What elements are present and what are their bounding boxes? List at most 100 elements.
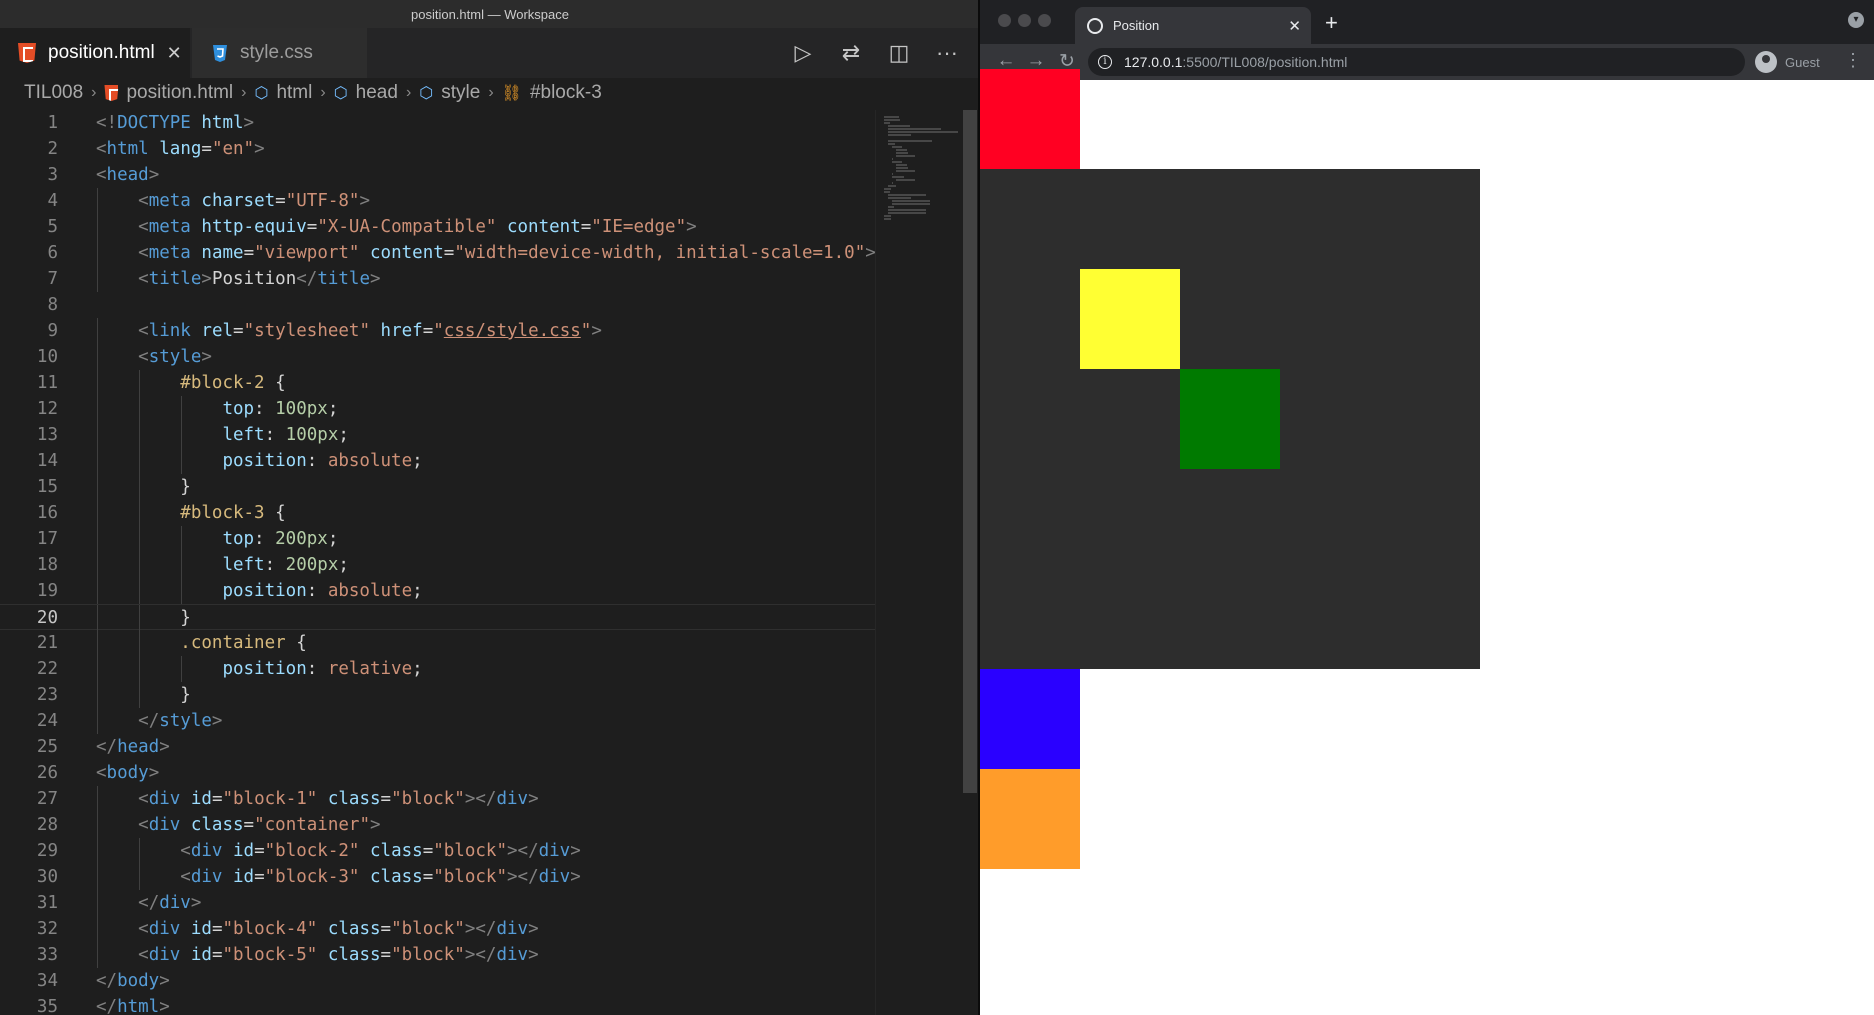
code-line[interactable]: 8 bbox=[0, 292, 875, 318]
code-text: <title>Position</title> bbox=[138, 269, 381, 289]
breadcrumb-item-html[interactable]: html bbox=[276, 82, 312, 104]
minimap-line bbox=[896, 167, 908, 169]
code-line[interactable]: 15 } bbox=[0, 474, 875, 500]
line-number: 24 bbox=[36, 711, 58, 731]
code-text: } bbox=[96, 685, 191, 705]
site-info-icon[interactable]: i bbox=[1098, 55, 1112, 69]
minimap-line bbox=[892, 161, 902, 163]
code-text: <meta name="viewport" content="width=dev… bbox=[138, 243, 876, 263]
code-line[interactable]: 27 <div id="block-1" class="block"></div… bbox=[0, 786, 875, 812]
more-vert-icon[interactable]: ⋮ bbox=[1844, 50, 1862, 71]
code-text: <div class="container"> bbox=[138, 815, 381, 835]
line-number: 10 bbox=[36, 347, 58, 367]
tab-style-css[interactable]: style.css bbox=[192, 28, 367, 78]
window-minimize-button[interactable] bbox=[1018, 14, 1031, 27]
code-line[interactable]: 32 <div id="block-4" class="block"></div… bbox=[0, 916, 875, 942]
minimap-line bbox=[896, 179, 915, 181]
code-line[interactable]: 17 top: 200px; bbox=[0, 526, 875, 552]
code-line[interactable]: 31 </div> bbox=[0, 890, 875, 916]
code-line[interactable]: 23 } bbox=[0, 682, 875, 708]
code-line[interactable]: 26 <body> bbox=[0, 760, 875, 786]
run-icon[interactable]: ▷ bbox=[790, 40, 816, 66]
tab-search-icon[interactable]: ▾ bbox=[1848, 12, 1864, 28]
browser-toolbar: ← → ↻ i 127.0.0.1:5500/TIL008/position.h… bbox=[980, 44, 1874, 80]
window-close-button[interactable] bbox=[998, 14, 1011, 27]
block-5 bbox=[980, 769, 1080, 869]
breadcrumb-item-file[interactable]: position.html bbox=[126, 82, 233, 104]
breadcrumb-item-head[interactable]: head bbox=[356, 82, 398, 104]
split-editor-icon[interactable]: ◫ bbox=[886, 40, 912, 66]
line-number: 29 bbox=[36, 841, 58, 861]
code-line[interactable]: 6 <meta name="viewport" content="width=d… bbox=[0, 240, 876, 266]
line-number: 4 bbox=[47, 191, 58, 211]
code-text: } bbox=[96, 608, 191, 628]
code-line[interactable]: 18 left: 200px; bbox=[0, 552, 875, 578]
code-text: #block-2 { bbox=[180, 373, 286, 393]
code-line[interactable]: 9 <link rel="stylesheet" href="css/style… bbox=[0, 318, 875, 344]
url-host: 127.0.0.1 bbox=[1124, 54, 1183, 70]
code-line[interactable]: 19 position: absolute; bbox=[0, 578, 875, 604]
editor-scrollbar-thumb[interactable] bbox=[963, 110, 977, 793]
address-bar[interactable]: i 127.0.0.1:5500/TIL008/position.html bbox=[1088, 48, 1745, 76]
symbol-element-icon: ⬡ bbox=[333, 85, 348, 102]
code-line[interactable]: 1 <!DOCTYPE html> bbox=[0, 110, 875, 136]
minimap-line bbox=[884, 119, 900, 121]
code-line[interactable]: 22 position: relative; bbox=[0, 656, 875, 682]
editor-actions: ▷ ⇄ ◫ ··· bbox=[790, 28, 960, 78]
code-line[interactable]: 7 <title>Position</title> bbox=[0, 266, 875, 292]
code-line[interactable]: 28 <div class="container"> bbox=[0, 812, 875, 838]
minimap-line bbox=[888, 194, 926, 196]
window-zoom-button[interactable] bbox=[1038, 14, 1051, 27]
minimap-line bbox=[888, 131, 958, 133]
compare-changes-icon[interactable]: ⇄ bbox=[838, 40, 864, 66]
code-line[interactable]: 5 <meta http-equiv="X-UA-Compatible" con… bbox=[0, 214, 875, 240]
browser-tab[interactable]: Position ✕ bbox=[1075, 7, 1311, 44]
code-line[interactable]: 3 <head> bbox=[0, 162, 875, 188]
code-line[interactable]: 35 </html> bbox=[0, 994, 875, 1015]
minimap-line bbox=[884, 188, 891, 190]
line-number: 3 bbox=[47, 165, 58, 185]
line-number: 27 bbox=[36, 789, 58, 809]
line-number: 1 bbox=[47, 113, 58, 133]
breadcrumb-item-style[interactable]: style bbox=[441, 82, 480, 104]
minimap-line bbox=[892, 173, 893, 175]
code-line[interactable]: 20 } bbox=[0, 604, 875, 631]
code-line[interactable]: 13 left: 100px; bbox=[0, 422, 875, 448]
code-line[interactable]: 4 <meta charset="UTF-8"> bbox=[0, 188, 875, 214]
code-line[interactable]: 21 .container { bbox=[0, 630, 875, 656]
code-line[interactable]: 34 </body> bbox=[0, 968, 875, 994]
profile-button[interactable]: Guest bbox=[1755, 48, 1820, 76]
avatar bbox=[1755, 51, 1777, 73]
code-text: </div> bbox=[138, 893, 202, 913]
code-line[interactable]: 24 </style> bbox=[0, 708, 875, 734]
tab-position-html[interactable]: position.html ✕ bbox=[0, 28, 190, 78]
code-line[interactable]: 29 <div id="block-2" class="block"></div… bbox=[0, 838, 875, 864]
code-line[interactable]: 33 <div id="block-5" class="block"></div… bbox=[0, 942, 875, 968]
code-text: #block-3 { bbox=[180, 503, 286, 523]
code-line[interactable]: 14 position: absolute; bbox=[0, 448, 875, 474]
line-number: 22 bbox=[36, 659, 58, 679]
line-number: 12 bbox=[36, 399, 58, 419]
code-line[interactable]: 25 </head> bbox=[0, 734, 875, 760]
close-icon[interactable]: ✕ bbox=[167, 43, 182, 64]
breadcrumb-item-folder[interactable]: TIL008 bbox=[24, 82, 83, 104]
code-line[interactable]: 16 #block-3 { bbox=[0, 500, 875, 526]
minimap-line bbox=[888, 209, 926, 211]
new-tab-button[interactable]: + bbox=[1325, 10, 1338, 36]
code-area[interactable]: 1 <!DOCTYPE html> 2 <html lang="en"> 3 <head>… bbox=[0, 110, 876, 1015]
chevron-right-icon: › bbox=[320, 84, 326, 101]
code-text: .container { bbox=[180, 633, 307, 653]
minimap-line bbox=[888, 128, 941, 130]
code-line[interactable]: 30 <div id="block-3" class="block"></div… bbox=[0, 864, 875, 890]
code-line[interactable]: 12 top: 100px; bbox=[0, 396, 875, 422]
code-text: <!DOCTYPE html> bbox=[96, 113, 255, 133]
code-line[interactable]: 11 #block-2 { bbox=[0, 370, 875, 396]
container-block bbox=[980, 169, 1480, 669]
code-text: position: relative; bbox=[222, 659, 423, 679]
code-line[interactable]: 10 <style> bbox=[0, 344, 875, 370]
breadcrumb-item-selector[interactable]: #block-3 bbox=[530, 82, 602, 104]
minimap[interactable] bbox=[875, 110, 963, 1015]
close-icon[interactable]: ✕ bbox=[1288, 17, 1301, 35]
code-line[interactable]: 2 <html lang="en"> bbox=[0, 136, 875, 162]
more-actions-icon[interactable]: ··· bbox=[934, 40, 960, 66]
